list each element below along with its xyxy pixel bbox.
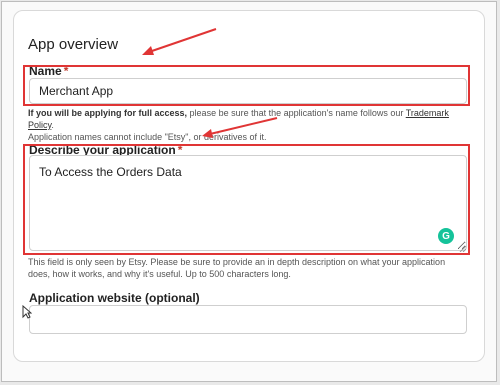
section-title: App overview — [28, 36, 119, 53]
name-help-text: If you will be applying for full access,… — [28, 107, 468, 143]
name-required-mark: * — [63, 64, 69, 78]
grammarly-icon[interactable]: G — [438, 228, 454, 244]
name-label: Name * — [29, 64, 68, 78]
resize-handle-icon[interactable] — [459, 245, 466, 252]
name-input[interactable] — [29, 78, 467, 104]
description-textarea[interactable]: To Access the Orders Data — [29, 155, 467, 251]
name-help-line2: Application names cannot include "Etsy",… — [28, 132, 267, 142]
website-input[interactable] — [29, 305, 467, 334]
name-label-text: Name — [29, 64, 62, 78]
name-help-text-before: please be sure that the application's na… — [187, 108, 406, 118]
mouse-pointer-icon — [22, 305, 32, 319]
name-help-bold: If you will be applying for full access, — [28, 108, 188, 118]
website-label: Application website (optional) — [29, 291, 200, 305]
description-help-text: This field is only seen by Etsy. Please … — [28, 257, 446, 279]
name-help-text-after: . — [51, 120, 54, 130]
